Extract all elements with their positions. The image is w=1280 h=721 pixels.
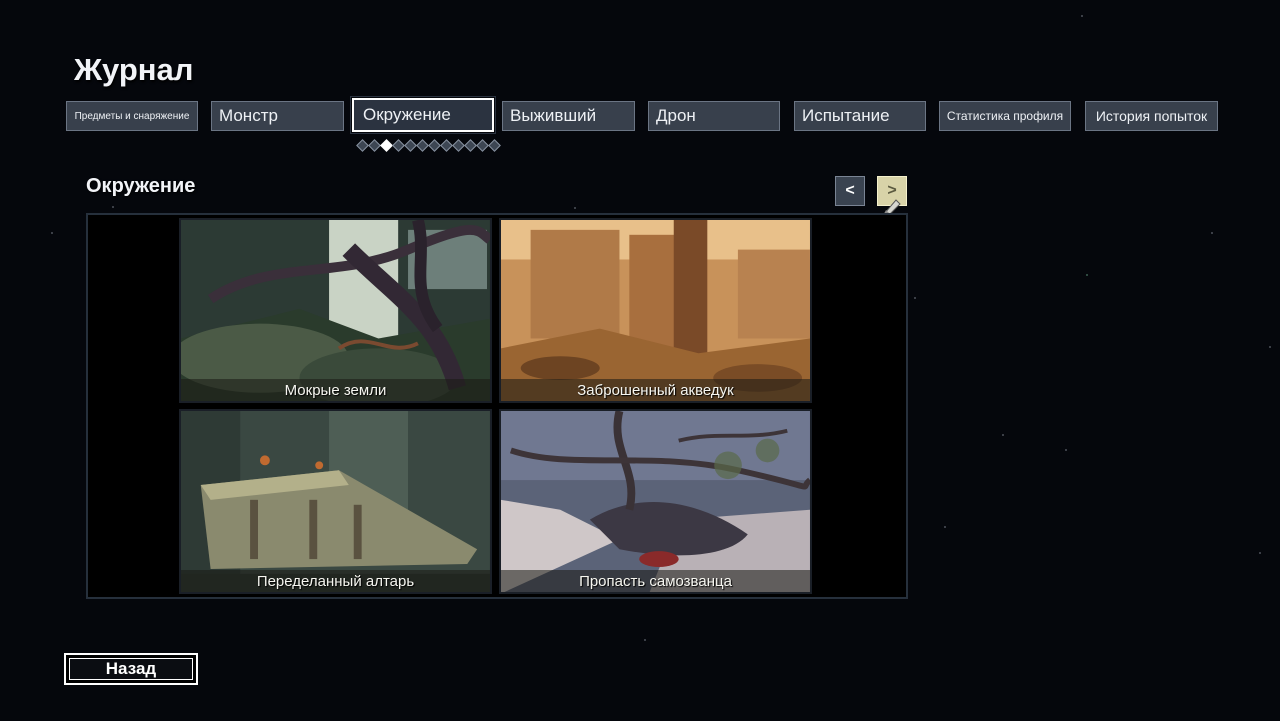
page-dot [476,139,489,152]
page-dot [452,139,465,152]
tab-profile-stats[interactable]: Статистика профиля [939,101,1071,131]
environment-label: Мокрые земли [181,379,490,401]
environment-card-wetland[interactable]: Мокрые земли [179,218,492,403]
section-title: Окружение [86,175,196,197]
back-button-label: Назад [69,658,193,680]
altar-artwork [181,411,490,592]
page-dot [368,139,381,152]
aqueduct-artwork [501,220,810,401]
environment-card-imposter-abyss[interactable]: Пропасть самозванца [499,409,812,594]
back-button[interactable]: Назад [64,653,198,685]
page-dot [464,139,477,152]
environment-label: Пропасть самозванца [501,570,810,592]
page-dot [356,139,369,152]
environment-grid: Мокрые земли Заброшенный акведук Передел… [86,213,908,599]
tab-survivor[interactable]: Выживший [502,101,635,131]
page-dot [416,139,429,152]
environment-label: Переделанный алтарь [181,570,490,592]
environment-card-altar[interactable]: Переделанный алтарь [179,409,492,594]
tab-environment[interactable]: Окружение [350,96,496,134]
tab-bar: Предметы и снаряжение Монстр Окружение В… [66,96,1218,134]
tab-items-equipment[interactable]: Предметы и снаряжение [66,101,198,131]
page-dot-current [380,139,393,152]
page-indicator [356,139,501,152]
page-dot [404,139,417,152]
tab-drone[interactable]: Дрон [648,101,780,131]
page-dot [392,139,405,152]
page-dot [428,139,441,152]
page-dot [488,139,501,152]
prev-page-button[interactable]: < [835,176,865,206]
tab-monster[interactable]: Монстр [211,101,344,131]
environment-label: Заброшенный акведук [501,379,810,401]
environment-card-aqueduct[interactable]: Заброшенный акведук [499,218,812,403]
page-dot [440,139,453,152]
imposter-abyss-artwork [501,411,810,592]
tab-challenge[interactable]: Испытание [794,101,926,131]
tab-run-history[interactable]: История попыток [1085,101,1218,131]
wetland-artwork [181,220,490,401]
page-title: Журнал [74,52,194,87]
journal-screen: { "title": "Журнал", "tabs": [ {"label":… [0,0,1280,721]
